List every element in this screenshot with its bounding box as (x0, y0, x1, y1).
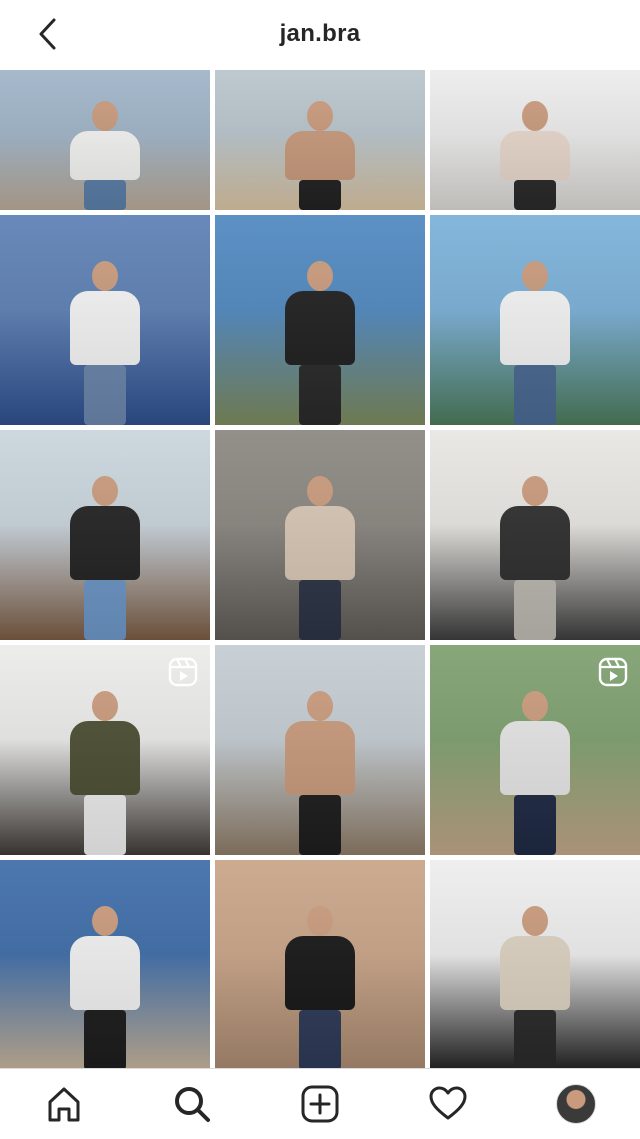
post-thumbnail[interactable] (430, 215, 640, 425)
reels-icon (598, 657, 628, 687)
post-thumbnail[interactable] (215, 645, 425, 855)
post-thumbnail[interactable] (0, 645, 210, 855)
nav-profile-button[interactable] (551, 1079, 601, 1129)
post-thumbnail[interactable] (215, 215, 425, 425)
post-thumbnail[interactable] (215, 430, 425, 640)
post-thumbnail[interactable] (0, 860, 210, 1068)
top-bar: jan.bra (0, 0, 640, 68)
nav-search-button[interactable] (167, 1079, 217, 1129)
avatar (556, 1084, 596, 1124)
post-thumbnail[interactable] (215, 70, 425, 210)
post-thumbnail[interactable] (430, 860, 640, 1068)
back-button[interactable] (28, 14, 68, 54)
nav-home-button[interactable] (39, 1079, 89, 1129)
post-thumbnail[interactable] (0, 70, 210, 210)
page-title: jan.bra (279, 20, 361, 47)
nav-create-button[interactable] (295, 1079, 345, 1129)
bottom-nav (0, 1068, 640, 1139)
post-thumbnail[interactable] (0, 430, 210, 640)
post-thumbnail[interactable] (215, 860, 425, 1068)
post-thumbnail[interactable] (430, 645, 640, 855)
post-thumbnail[interactable] (0, 215, 210, 425)
heart-icon (429, 1086, 467, 1120)
reels-icon (168, 657, 198, 687)
nav-activity-button[interactable] (423, 1079, 473, 1129)
search-icon (175, 1087, 210, 1122)
posts-grid (0, 70, 640, 1068)
post-thumbnail[interactable] (430, 430, 640, 640)
post-thumbnail[interactable] (430, 70, 640, 210)
chevron-left-icon (39, 18, 56, 50)
home-icon (48, 1087, 80, 1122)
plus-square-icon (301, 1085, 339, 1123)
